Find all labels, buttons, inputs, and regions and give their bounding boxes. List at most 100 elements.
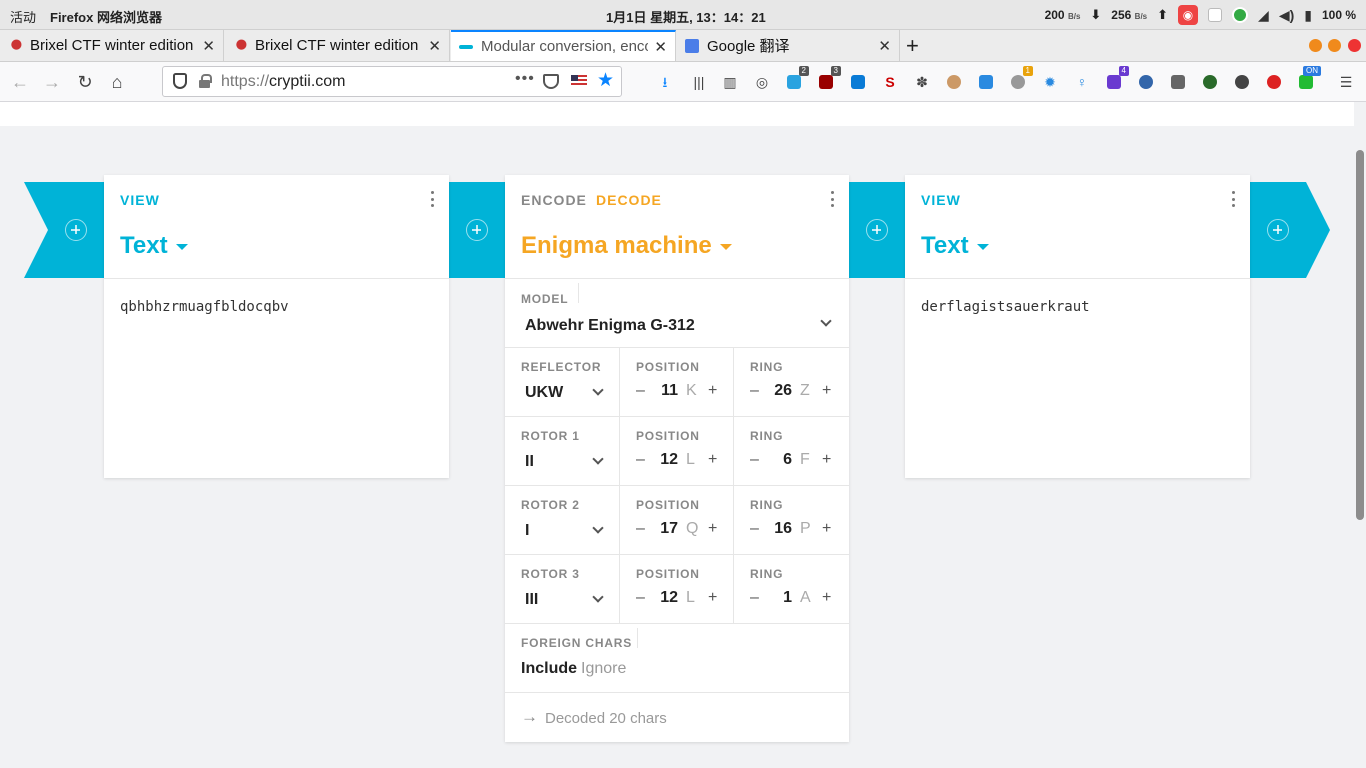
decrement-icon[interactable]: – (750, 382, 759, 400)
rotor-1-ring-stepper[interactable]: – 6 F + (750, 451, 831, 471)
reflector-select-cell[interactable]: REFLECTOR UKW (505, 348, 620, 417)
library-icon[interactable]: ||| (688, 71, 710, 93)
rotor-3-select[interactable]: III (525, 591, 538, 609)
reflector-ring-stepper[interactable]: – 26 Z + (750, 382, 831, 402)
sidebar-icon[interactable]: ▥ (719, 71, 741, 93)
url-text[interactable]: https://cryptii.com (221, 73, 345, 91)
decrement-icon[interactable]: – (750, 589, 759, 607)
model-setting[interactable]: MODEL Abwehr Enigma G-312 (505, 279, 849, 348)
view-mode-label[interactable]: VIEW (921, 192, 961, 208)
tab-cryptii[interactable]: Modular conversion, encoding and encrypt… (451, 30, 676, 61)
add-brick-icon[interactable] (1267, 219, 1289, 241)
add-brick-icon[interactable] (466, 219, 488, 241)
add-brick-icon[interactable] (65, 219, 87, 241)
decrement-icon[interactable]: – (636, 520, 645, 538)
extension-green-icon[interactable] (1199, 71, 1221, 93)
tracking-protection-shield-icon[interactable] (173, 73, 187, 89)
close-tab-icon[interactable]: ✕ (654, 38, 667, 56)
home-icon[interactable]: ⌂ (105, 70, 129, 94)
volume-icon[interactable]: ◀) (1279, 7, 1294, 24)
rotor-3-select-cell[interactable]: ROTOR 3 III (505, 555, 620, 624)
back-icon[interactable]: ← (8, 70, 32, 94)
rotor-1-select[interactable]: II (525, 453, 534, 471)
view-mode-label[interactable]: VIEW (120, 192, 160, 208)
increment-icon[interactable]: + (708, 451, 717, 469)
rotor-2-position-stepper[interactable]: – 17 Q + (636, 520, 717, 540)
decrement-icon[interactable]: – (750, 451, 759, 469)
bookmark-star-icon[interactable]: ★ (597, 69, 614, 92)
page-scrollbar[interactable] (1354, 102, 1366, 768)
chevron-down-icon[interactable] (592, 453, 604, 465)
close-window-button[interactable] (1348, 39, 1361, 52)
extension-blue-icon[interactable]: 2 (783, 66, 809, 93)
include-option[interactable]: Include (521, 660, 577, 678)
add-brick-icon[interactable] (866, 219, 888, 241)
decrement-icon[interactable]: – (750, 520, 759, 538)
increment-icon[interactable]: + (822, 589, 831, 607)
more-options-icon[interactable] (431, 191, 435, 207)
wifi-icon[interactable]: ◢ (1258, 7, 1269, 24)
indicator-icon[interactable] (1208, 8, 1223, 22)
chevron-down-icon[interactable] (592, 522, 604, 534)
brick-title-dropdown[interactable]: Enigma machine (521, 232, 732, 260)
tab-brixel-1[interactable]: Brixel CTF winter edition ✕ (0, 30, 224, 61)
model-select[interactable]: Abwehr Enigma G-312 (525, 317, 695, 335)
ublock-origin-icon[interactable]: 3 (815, 66, 841, 93)
extension-ring-icon[interactable]: 1 (1007, 66, 1033, 93)
ignore-option[interactable]: Ignore (581, 660, 626, 678)
chevron-down-icon[interactable] (820, 315, 832, 327)
increment-icon[interactable]: + (822, 520, 831, 538)
increment-icon[interactable]: + (822, 451, 831, 469)
minimize-window-button[interactable] (1309, 39, 1322, 52)
extension-bug-icon[interactable]: ✹ (1039, 71, 1061, 93)
tab-google-translate[interactable]: Google 翻译 ✕ (677, 30, 900, 61)
increment-icon[interactable]: + (708, 589, 717, 607)
decrement-icon[interactable]: – (636, 382, 645, 400)
rotor-2-ring-stepper[interactable]: – 16 P + (750, 520, 831, 540)
rotor-1-position-stepper[interactable]: – 12 L + (636, 451, 717, 471)
account-icon[interactable]: ◎ (751, 71, 773, 93)
activities-button[interactable]: 活动 (10, 7, 36, 26)
decode-toggle[interactable]: DECODE (596, 192, 662, 208)
maximize-window-button[interactable] (1328, 39, 1341, 52)
increment-icon[interactable]: + (708, 382, 717, 400)
more-options-icon[interactable] (1232, 191, 1236, 207)
reflector-select[interactable]: UKW (525, 384, 563, 402)
scrollbar-thumb[interactable] (1356, 150, 1364, 520)
input-text-area[interactable]: qbhbhzrmuagfbldocqbv (104, 279, 449, 335)
increment-icon[interactable]: + (708, 520, 717, 538)
app-menu[interactable]: Firefox 网络浏览器 (50, 7, 162, 26)
output-text-area[interactable]: derflagistsauerkraut (905, 279, 1250, 335)
close-tab-icon[interactable]: ✕ (428, 37, 441, 55)
extension-red-dot-icon[interactable] (1263, 71, 1285, 93)
cookie-icon[interactable] (943, 71, 965, 93)
rotor-1-select-cell[interactable]: ROTOR 1 II (505, 417, 620, 486)
extension-pin-icon[interactable]: ♀ (1071, 71, 1093, 93)
extension-on-icon[interactable]: ON (1295, 66, 1321, 93)
rotor-3-position-stepper[interactable]: – 12 L + (636, 589, 717, 609)
extension-s-icon[interactable] (847, 71, 869, 93)
encode-toggle[interactable]: ENCODE (521, 192, 587, 208)
increment-icon[interactable]: + (822, 382, 831, 400)
menu-hamburger-icon[interactable]: ☰ (1335, 71, 1357, 93)
new-tab-icon[interactable]: + (906, 33, 919, 59)
extension-circles-icon[interactable] (1231, 71, 1253, 93)
wechat-icon[interactable] (1232, 7, 1249, 23)
pocket-icon[interactable] (543, 74, 559, 89)
reflector-position-stepper[interactable]: – 11 K + (636, 382, 717, 402)
decrement-icon[interactable]: – (636, 451, 645, 469)
url-bar[interactable]: https://cryptii.com ••• ★ (162, 66, 622, 97)
decrement-icon[interactable]: – (636, 589, 645, 607)
reload-icon[interactable]: ↻ (73, 70, 97, 94)
extension-purple-icon[interactable]: 4 (1103, 66, 1129, 93)
forward-icon[interactable]: → (40, 70, 64, 94)
more-options-icon[interactable] (831, 191, 835, 207)
rotor-2-select-cell[interactable]: ROTOR 2 I (505, 486, 620, 555)
tab-brixel-2[interactable]: Brixel CTF winter edition ✕ (225, 30, 450, 61)
extension-box-icon[interactable] (1167, 71, 1189, 93)
extension-globe-icon[interactable] (1135, 71, 1157, 93)
chevron-down-icon[interactable] (592, 591, 604, 603)
extension-paw-icon[interactable]: ✽ (911, 71, 933, 93)
downloads-icon[interactable]: ⭳ (654, 71, 676, 93)
rotor-3-ring-stepper[interactable]: – 1 A + (750, 589, 831, 609)
